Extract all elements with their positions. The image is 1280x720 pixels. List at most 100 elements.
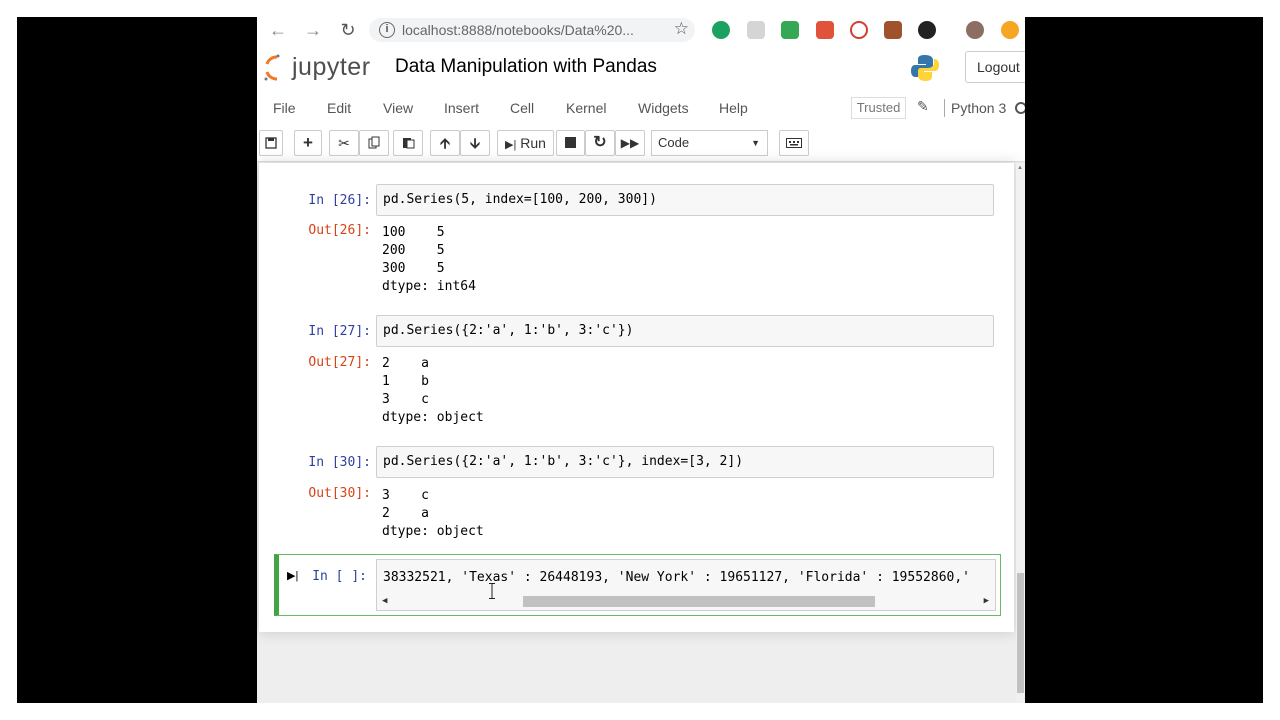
- extension-icon[interactable]: [918, 21, 936, 39]
- keyboard-icon: [786, 138, 802, 148]
- star-icon[interactable]: ☆: [674, 19, 689, 39]
- output-line: 100 5: [382, 225, 445, 240]
- scroll-left-icon[interactable]: ◀: [382, 596, 387, 606]
- menu-cell[interactable]: Cell: [510, 100, 534, 116]
- menubar: File Edit View Insert Cell Kernel Widget…: [257, 93, 1025, 124]
- run-button[interactable]: ▶| Run: [497, 130, 554, 156]
- save-icon: [265, 137, 277, 149]
- output-line: dtype: object: [382, 524, 484, 539]
- input-prompt: In [27]:: [308, 324, 371, 339]
- scrollbar-thumb[interactable]: [523, 596, 875, 607]
- fast-forward-icon: ▶▶: [620, 136, 640, 150]
- scroll-right-icon[interactable]: ▶: [984, 596, 989, 606]
- code-input[interactable]: pd.Series(5, index=[100, 200, 300]): [376, 184, 994, 216]
- pencil-icon[interactable]: ✎: [917, 98, 929, 115]
- address-bar[interactable]: i localhost:8888/notebooks/Data%20... ☆: [369, 18, 695, 42]
- scissors-icon: ✂: [338, 135, 350, 151]
- cell-type-select[interactable]: Code ▼: [651, 130, 768, 156]
- restart-button[interactable]: ↻: [585, 130, 615, 156]
- menu-edit[interactable]: Edit: [327, 100, 351, 116]
- code-text: 38332521, 'Texas' : 26448193, 'New York'…: [383, 570, 970, 585]
- menu-insert[interactable]: Insert: [444, 100, 479, 116]
- jupyter-header: jupyter Data Manipulation with Pandas Lo…: [257, 45, 1025, 93]
- save-button[interactable]: [259, 130, 283, 156]
- cut-button[interactable]: ✂: [329, 130, 359, 156]
- output-line: 200 5: [382, 243, 445, 258]
- output-prompt: Out[27]:: [308, 355, 371, 370]
- output-line: 300 5: [382, 261, 445, 276]
- code-input[interactable]: pd.Series({2:'a', 1:'b', 3:'c'}, index=[…: [376, 446, 994, 478]
- vertical-scrollbar[interactable]: ▲: [1016, 163, 1025, 703]
- extension-icon[interactable]: [1001, 21, 1019, 39]
- cell-type-value: Code: [658, 135, 690, 150]
- browser-toolbar: ← → ↻ i localhost:8888/notebooks/Data%20…: [257, 17, 1025, 45]
- paste-button[interactable]: [393, 130, 423, 156]
- code-editor[interactable]: 38332521, 'Texas' : 26448193, 'New York'…: [376, 559, 996, 611]
- extension-icon[interactable]: [781, 21, 799, 39]
- jupyter-logo-icon[interactable]: [263, 53, 281, 83]
- code-text: pd.Series(5, index=[100, 200, 300]): [383, 192, 657, 207]
- arrow-up-icon: 🡩: [439, 135, 451, 151]
- menu-file[interactable]: File: [273, 100, 296, 116]
- trusted-indicator[interactable]: Trusted: [851, 97, 906, 119]
- restart-run-all-button[interactable]: ▶▶: [615, 130, 645, 156]
- arrow-down-icon: 🡫: [469, 135, 481, 151]
- command-palette-button[interactable]: [779, 130, 809, 156]
- move-down-button[interactable]: 🡫: [460, 130, 490, 156]
- output-line: 3 c: [382, 488, 429, 503]
- menu-widgets[interactable]: Widgets: [638, 100, 689, 116]
- menu-view[interactable]: View: [383, 100, 413, 116]
- extension-icon[interactable]: [816, 21, 834, 39]
- input-prompt: In [ ]:: [312, 569, 367, 584]
- output-line: 2 a: [382, 506, 429, 521]
- output-line: 2 a: [382, 356, 429, 371]
- reload-icon[interactable]: ↻: [337, 19, 359, 41]
- copy-button[interactable]: [359, 130, 389, 156]
- paste-icon: [402, 138, 414, 149]
- stop-icon: [565, 137, 576, 148]
- output-line: 1 b: [382, 374, 429, 389]
- forward-icon[interactable]: →: [302, 19, 324, 41]
- code-input[interactable]: pd.Series({2:'a', 1:'b', 3:'c'}): [376, 315, 994, 347]
- insert-cell-button[interactable]: +: [294, 130, 322, 156]
- grammarly-extension-icon[interactable]: [712, 21, 730, 39]
- interrupt-button[interactable]: [556, 130, 585, 156]
- menu-kernel[interactable]: Kernel: [566, 100, 606, 116]
- notebook-page: In [26]: pd.Series(5, index=[100, 200, 3…: [259, 163, 1014, 632]
- avatar[interactable]: [966, 21, 984, 39]
- text-cursor-icon: [489, 583, 495, 599]
- run-label: Run: [520, 135, 546, 151]
- input-prompt: In [26]:: [308, 193, 371, 208]
- browser-window: ← → ↻ i localhost:8888/notebooks/Data%20…: [257, 17, 1025, 703]
- menu-help[interactable]: Help: [719, 100, 748, 116]
- extension-icon[interactable]: [884, 21, 902, 39]
- jupyter-logo-text[interactable]: jupyter: [292, 53, 371, 82]
- url-text: localhost:8888/notebooks/Data%20...: [402, 22, 634, 38]
- plus-icon: +: [303, 133, 313, 152]
- horizontal-scrollbar[interactable]: ◀ ▶: [377, 594, 995, 608]
- output-line: dtype: int64: [382, 279, 476, 294]
- scrollbar-thumb[interactable]: [1017, 573, 1024, 693]
- python-logo-icon: [911, 55, 939, 81]
- extension-icon[interactable]: [747, 21, 765, 39]
- output-line: dtype: object: [382, 410, 484, 425]
- output-prompt: Out[26]:: [308, 223, 371, 238]
- output-line: 3 c: [382, 392, 429, 407]
- site-info-icon[interactable]: i: [379, 22, 395, 38]
- extension-icon[interactable]: [850, 21, 868, 39]
- kernel-name[interactable]: Python 3: [951, 100, 1006, 116]
- notebook-title[interactable]: Data Manipulation with Pandas: [395, 56, 657, 78]
- divider: [944, 99, 945, 117]
- active-code-cell[interactable]: ▶| In [ ]: 38332521, 'Texas' : 26448193,…: [274, 554, 1001, 616]
- move-up-button[interactable]: 🡩: [430, 130, 460, 156]
- chevron-down-icon: ▼: [751, 138, 760, 148]
- output-prompt: Out[30]:: [308, 486, 371, 501]
- code-text: pd.Series({2:'a', 1:'b', 3:'c'}): [383, 323, 634, 338]
- step-forward-icon: ▶|: [505, 139, 517, 151]
- back-icon[interactable]: ←: [267, 19, 289, 41]
- restart-icon: ↻: [593, 134, 607, 151]
- scroll-up-icon[interactable]: ▲: [1017, 165, 1023, 171]
- kernel-status-icon: [1015, 102, 1025, 114]
- logout-button[interactable]: Logout: [965, 51, 1025, 83]
- notebook-container[interactable]: In [26]: pd.Series(5, index=[100, 200, 3…: [257, 163, 1025, 703]
